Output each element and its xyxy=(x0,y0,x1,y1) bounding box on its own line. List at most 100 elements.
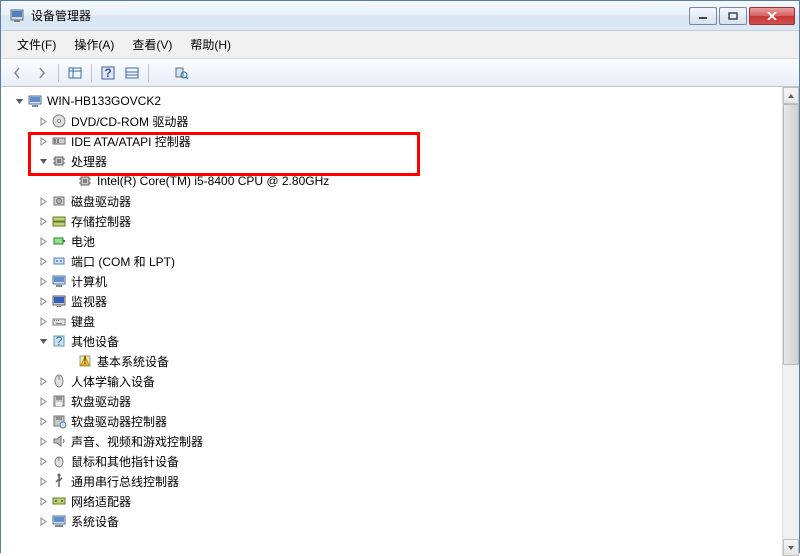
tree-item-cat-12[interactable]: 软盘驱动器 xyxy=(1,391,782,411)
expand-icon[interactable] xyxy=(37,375,49,387)
sound-icon xyxy=(51,433,67,449)
close-button[interactable] xyxy=(749,7,795,25)
vertical-scrollbar[interactable] xyxy=(782,87,799,556)
expand-icon[interactable] xyxy=(37,135,49,147)
menu-file[interactable]: 文件(F) xyxy=(9,33,64,56)
menubar: 文件(F) 操作(A) 查看(V) 帮助(H) xyxy=(1,31,799,59)
tree-item-cat-3[interactable]: 磁盘驱动器 xyxy=(1,191,782,211)
tree-item-label: 磁盘驱动器 xyxy=(71,193,131,210)
tree-item-label: 软盘驱动器控制器 xyxy=(71,413,167,430)
keyboard-icon xyxy=(51,313,67,329)
toolbar: ? xyxy=(1,59,799,87)
expand-icon[interactable] xyxy=(37,215,49,227)
expand-icon[interactable] xyxy=(37,275,49,287)
svg-text:?: ? xyxy=(104,66,111,80)
expand-icon[interactable] xyxy=(37,415,49,427)
disk-icon xyxy=(51,193,67,209)
expand-icon[interactable] xyxy=(37,315,49,327)
tree-item-cat-6[interactable]: 端口 (COM 和 LPT) xyxy=(1,251,782,271)
expand-icon[interactable] xyxy=(37,195,49,207)
tree-item-cat-11[interactable]: 人体学输入设备 xyxy=(1,371,782,391)
tree-item-cat-17[interactable]: 网络适配器 xyxy=(1,491,782,511)
port-icon xyxy=(51,253,67,269)
tree-item-label: 电池 xyxy=(71,233,95,250)
expand-icon[interactable] xyxy=(37,475,49,487)
tree-item-label: 处理器 xyxy=(71,153,107,170)
collapse-icon[interactable] xyxy=(37,335,49,347)
back-button[interactable] xyxy=(7,62,29,84)
minimize-button[interactable] xyxy=(689,7,717,25)
scrollbar-thumb[interactable] xyxy=(783,104,799,365)
tree-item-label: Intel(R) Core(TM) i5-8400 CPU @ 2.80GHz xyxy=(97,174,329,188)
expand-icon[interactable] xyxy=(37,515,49,527)
scrollbar-track[interactable] xyxy=(783,104,799,539)
content-area: WIN-HB133GOVCK2 DVD/CD-ROM 驱动器 IDE ATA/A… xyxy=(1,87,799,556)
menu-view[interactable]: 查看(V) xyxy=(124,33,180,56)
expand-icon[interactable] xyxy=(37,235,49,247)
tree-item-label: 通用串行总线控制器 xyxy=(71,473,179,490)
view-button[interactable] xyxy=(64,62,86,84)
tree-item-cat-7[interactable]: 计算机 xyxy=(1,271,782,291)
tree-item-root[interactable]: WIN-HB133GOVCK2 xyxy=(1,91,782,111)
expand-icon[interactable] xyxy=(37,115,49,127)
tree-item-cat-0[interactable]: DVD/CD-ROM 驱动器 xyxy=(1,111,782,131)
titlebar: 设备管理器 xyxy=(1,1,799,31)
scroll-up-button[interactable] xyxy=(783,87,799,104)
tree-item-label: 网络适配器 xyxy=(71,493,131,510)
app-icon xyxy=(9,8,25,24)
tree-item-cat-16[interactable]: 通用串行总线控制器 xyxy=(1,471,782,491)
forward-button[interactable] xyxy=(31,62,53,84)
tree-item-cat-2[interactable]: 处理器 xyxy=(1,151,782,171)
ide-icon xyxy=(51,133,67,149)
menu-action[interactable]: 操作(A) xyxy=(66,33,122,56)
tree-item-cat-4[interactable]: 存储控制器 xyxy=(1,211,782,231)
cpu-icon xyxy=(51,153,67,169)
expand-icon[interactable] xyxy=(37,495,49,507)
network-icon xyxy=(51,493,67,509)
tree-item-cat-5[interactable]: 电池 xyxy=(1,231,782,251)
monitor-icon xyxy=(51,293,67,309)
properties-button[interactable] xyxy=(121,62,143,84)
tree-item-label: IDE ATA/ATAPI 控制器 xyxy=(71,133,191,150)
expand-icon[interactable] xyxy=(37,255,49,267)
tree-item-cat-2-child-0[interactable]: Intel(R) Core(TM) i5-8400 CPU @ 2.80GHz xyxy=(1,171,782,191)
warn-icon: ! xyxy=(77,353,93,369)
expand-icon[interactable] xyxy=(37,435,49,447)
svg-text:!: ! xyxy=(83,353,87,367)
tree-item-label: 端口 (COM 和 LPT) xyxy=(71,253,175,270)
expand-icon[interactable] xyxy=(37,455,49,467)
tree-item-cat-15[interactable]: 鼠标和其他指针设备 xyxy=(1,451,782,471)
toolbar-separator xyxy=(91,64,92,82)
tree-item-cat-10-child-0[interactable]: ! 基本系统设备 xyxy=(1,351,782,371)
expand-icon[interactable] xyxy=(37,395,49,407)
tree-item-cat-18[interactable]: 系统设备 xyxy=(1,511,782,531)
battery-icon xyxy=(51,233,67,249)
tree-item-cat-13[interactable]: 软盘驱动器控制器 xyxy=(1,411,782,431)
tree-item-label: 计算机 xyxy=(71,273,107,290)
tree-item-cat-9[interactable]: 键盘 xyxy=(1,311,782,331)
tree-item-label: 鼠标和其他指针设备 xyxy=(71,453,179,470)
scan-button[interactable] xyxy=(170,62,192,84)
tree-item-label: 基本系统设备 xyxy=(97,353,169,370)
scroll-down-button[interactable] xyxy=(783,539,799,556)
tree-item-cat-10[interactable]: ? 其他设备 xyxy=(1,331,782,351)
tree-item-label: WIN-HB133GOVCK2 xyxy=(47,94,161,108)
collapse-icon[interactable] xyxy=(37,155,49,167)
maximize-button[interactable] xyxy=(719,7,747,25)
collapse-icon[interactable] xyxy=(13,95,25,107)
window-controls xyxy=(689,7,795,25)
tree-item-label: 监视器 xyxy=(71,293,107,310)
window-title: 设备管理器 xyxy=(31,7,689,24)
tree-item-cat-8[interactable]: 监视器 xyxy=(1,291,782,311)
cpu-icon xyxy=(77,173,93,189)
tree-item-label: 声音、视频和游戏控制器 xyxy=(71,433,203,450)
help-button[interactable]: ? xyxy=(97,62,119,84)
menu-help[interactable]: 帮助(H) xyxy=(182,33,239,56)
computer_root-icon xyxy=(27,93,43,109)
expand-icon[interactable] xyxy=(37,295,49,307)
storage-icon xyxy=(51,213,67,229)
toolbar-separator xyxy=(58,64,59,82)
device-tree[interactable]: WIN-HB133GOVCK2 DVD/CD-ROM 驱动器 IDE ATA/A… xyxy=(1,87,782,556)
tree-item-cat-14[interactable]: 声音、视频和游戏控制器 xyxy=(1,431,782,451)
tree-item-cat-1[interactable]: IDE ATA/ATAPI 控制器 xyxy=(1,131,782,151)
